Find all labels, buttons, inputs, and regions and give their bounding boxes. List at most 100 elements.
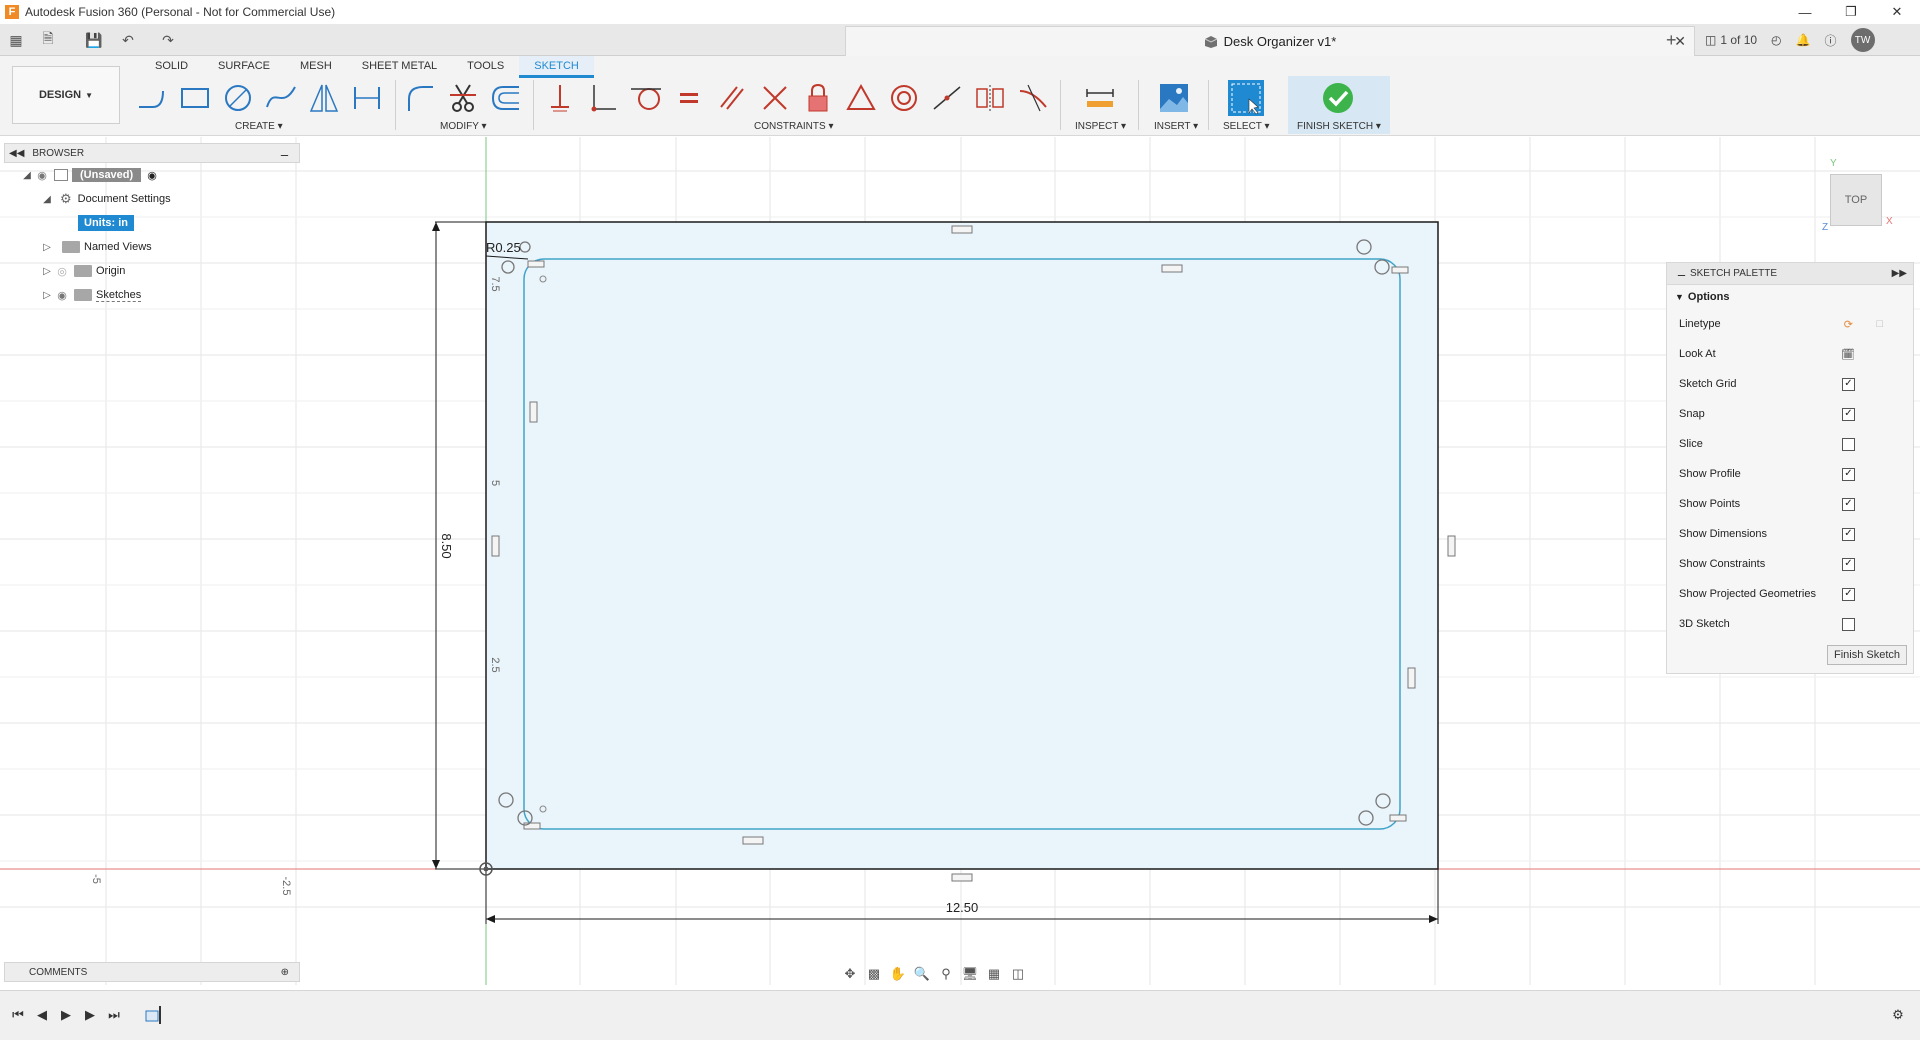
horizontal-vertical-constraint-icon[interactable] <box>540 78 580 118</box>
step-back-icon[interactable]: ◀ <box>32 1005 52 1025</box>
browser-named-views-row[interactable]: ▷ Named Views <box>4 235 300 259</box>
job-status-icon[interactable]: ◴ <box>1771 33 1781 47</box>
grid-snaps-icon[interactable]: ▦ <box>982 964 1006 984</box>
measure-tool-icon[interactable] <box>1080 78 1120 118</box>
select-tool-icon[interactable] <box>1226 78 1266 118</box>
midpoint-constraint-icon[interactable] <box>841 78 881 118</box>
select-group-label[interactable]: SELECT ▾ <box>1223 121 1270 132</box>
orbit-icon[interactable]: ✥ <box>838 964 862 984</box>
spline-tool-icon[interactable] <box>261 78 301 118</box>
circle-tool-icon[interactable] <box>218 78 258 118</box>
show-profile-checkbox[interactable]: ✓ <box>1842 467 1855 481</box>
trim-tool-icon[interactable] <box>443 78 483 118</box>
browser-units-row[interactable]: Units: in <box>4 211 300 235</box>
expanded-triangle-icon[interactable]: ◢ <box>40 192 54 206</box>
3d-sketch-checkbox[interactable] <box>1842 617 1855 631</box>
perpendicular-constraint-icon[interactable] <box>755 78 795 118</box>
workspace-switcher[interactable]: DESIGN ▼ <box>12 66 120 124</box>
browser-origin-row[interactable]: ▷ ◎ Origin <box>4 259 300 283</box>
finish-sketch-button[interactable]: Finish Sketch <box>1826 645 1907 665</box>
browser-sketches-row[interactable]: ▷ ◉ Sketches <box>4 283 300 307</box>
tab-sketch[interactable]: SKETCH <box>519 56 594 78</box>
help-icon[interactable]: ⓘ <box>1824 32 1836 49</box>
finish-sketch-group-label[interactable]: FINISH SKETCH ▾ <box>1297 121 1381 132</box>
pan-hand-icon[interactable]: ✋ <box>886 964 910 984</box>
viewports-icon[interactable]: ◫ <box>1006 964 1030 984</box>
modify-group-label[interactable]: MODIFY ▾ <box>440 121 487 132</box>
step-forward-icon[interactable]: ▶ <box>80 1005 100 1025</box>
comments-panel[interactable]: COMMENTS ⊕ <box>4 962 300 982</box>
file-menu-icon[interactable]: 🗎 <box>38 30 58 50</box>
data-panel-grid-icon[interactable]: ▦ <box>6 30 26 50</box>
show-points-checkbox[interactable]: ✓ <box>1842 497 1855 511</box>
restore-button[interactable]: ❐ <box>1828 0 1874 24</box>
collapsed-triangle-icon[interactable]: ▷ <box>40 288 54 302</box>
insert-image-icon[interactable] <box>1154 78 1194 118</box>
version-selector[interactable]: ◫ 1 of 10 <box>1705 33 1757 47</box>
collapse-panel-icon[interactable]: ◀◀ <box>9 148 24 159</box>
expanded-triangle-icon[interactable]: ◢ <box>20 168 34 182</box>
coincident-constraint-icon[interactable] <box>583 78 623 118</box>
document-tab[interactable]: Desk Organizer v1* ✕ <box>845 26 1695 56</box>
concentric-constraint-icon[interactable] <box>884 78 924 118</box>
centerline-linetype-icon[interactable]: □ <box>1876 318 1883 330</box>
user-avatar[interactable]: TW <box>1850 28 1875 52</box>
fix-lock-constraint-icon[interactable] <box>798 78 838 118</box>
notifications-bell-icon[interactable]: 🔔 <box>1796 33 1811 47</box>
minimize-button[interactable]: — <box>1782 0 1828 24</box>
show-dimensions-checkbox[interactable]: ✓ <box>1842 527 1855 541</box>
fillet-tool-icon[interactable] <box>400 78 440 118</box>
finish-sketch-check-icon[interactable] <box>1318 78 1358 118</box>
tab-solid[interactable]: SOLID <box>140 56 203 78</box>
visibility-eye-icon[interactable]: ◉ <box>54 289 70 302</box>
equal-constraint-icon[interactable] <box>669 78 709 118</box>
go-to-start-icon[interactable]: ⏮ <box>8 1005 28 1025</box>
browser-document-settings-row[interactable]: ◢ ⚙ Document Settings <box>4 187 300 211</box>
show-constraints-checkbox[interactable]: ✓ <box>1842 557 1855 571</box>
tangent-constraint-icon[interactable] <box>626 78 666 118</box>
play-icon[interactable]: ▶ <box>56 1005 76 1025</box>
go-to-end-icon[interactable]: ⏭ <box>104 1005 124 1025</box>
tab-tools[interactable]: TOOLS <box>452 56 519 78</box>
rectangle-tool-icon[interactable] <box>175 78 215 118</box>
display-settings-icon[interactable]: 🖥 <box>958 964 982 984</box>
create-group-label[interactable]: CREATE ▾ <box>235 121 283 132</box>
look-at-nav-icon[interactable]: ▩ <box>862 964 886 984</box>
look-at-icon[interactable]: 🗓 <box>1841 348 1855 361</box>
zoom-window-icon[interactable]: ⚲ <box>934 964 958 984</box>
browser-root-row[interactable]: ◢ ◉ (Unsaved) ◉ <box>4 163 300 187</box>
constraints-group-label[interactable]: CONSTRAINTS ▾ <box>754 121 833 132</box>
collapsed-triangle-icon[interactable]: ▷ <box>40 240 54 254</box>
construction-linetype-icon[interactable]: ⟳ <box>1844 318 1853 331</box>
minus-circle-icon[interactable]: ⚊ <box>280 148 289 159</box>
redo-icon[interactable]: ↷ <box>158 30 178 50</box>
undo-icon[interactable]: ↶ <box>118 30 138 50</box>
add-comment-icon[interactable]: ⊕ <box>281 967 289 978</box>
close-window-button[interactable]: ✕ <box>1874 0 1920 24</box>
expand-palette-icon[interactable]: ▶▶ <box>1892 268 1907 279</box>
symmetry-constraint-icon[interactable] <box>970 78 1010 118</box>
dimension-tool-icon[interactable] <box>347 78 387 118</box>
mirror-tool-icon[interactable] <box>304 78 344 118</box>
save-icon[interactable]: 💾 <box>84 30 104 50</box>
sketch-grid-checkbox[interactable]: ✓ <box>1842 377 1855 391</box>
line-tool-icon[interactable] <box>132 78 172 118</box>
visibility-eye-icon[interactable]: ◉ <box>34 169 50 182</box>
sketch-timeline-feature-icon[interactable] <box>144 1005 164 1025</box>
collinear-constraint-icon[interactable] <box>927 78 967 118</box>
show-projected-geometries-checkbox[interactable]: ✓ <box>1842 587 1855 601</box>
tab-sheet-metal[interactable]: SHEET METAL <box>347 56 452 78</box>
parallel-constraint-icon[interactable] <box>712 78 752 118</box>
offset-tool-icon[interactable] <box>486 78 526 118</box>
collapsed-triangle-icon[interactable]: ▷ <box>40 264 54 278</box>
tab-mesh[interactable]: MESH <box>285 56 347 78</box>
minus-circle-icon[interactable]: ⚊ <box>1677 268 1686 279</box>
snap-checkbox[interactable]: ✓ <box>1842 407 1855 421</box>
zoom-icon[interactable]: 🔍 <box>910 964 934 984</box>
curvature-constraint-icon[interactable] <box>1013 78 1053 118</box>
inspect-group-label[interactable]: INSPECT ▾ <box>1075 121 1126 132</box>
activate-radio-icon[interactable]: ◉ <box>147 169 157 182</box>
insert-group-label[interactable]: INSERT ▾ <box>1154 121 1198 132</box>
slice-checkbox[interactable] <box>1842 437 1855 451</box>
timeline-settings-gear-icon[interactable]: ⚙ <box>1888 1005 1908 1025</box>
